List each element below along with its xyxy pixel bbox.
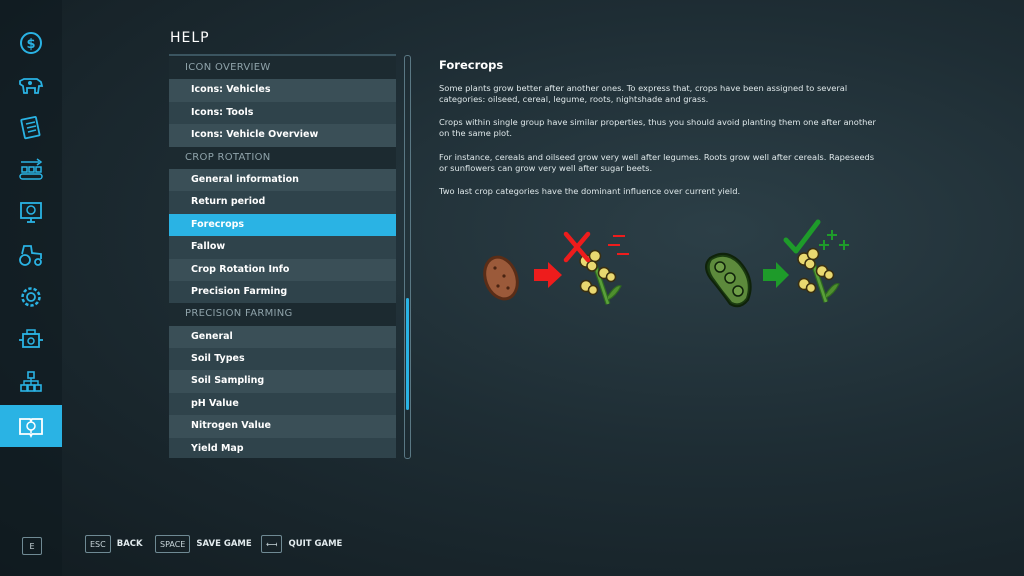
menu-item-crop-rotation-info[interactable]: Crop Rotation Info <box>169 258 396 281</box>
sidebar-item-farms[interactable] <box>0 361 62 403</box>
menu-item-icons-tools[interactable]: Icons: Tools <box>169 101 396 125</box>
green-arrow-icon <box>763 262 789 288</box>
menu-item-icons-vehicle-overview[interactable]: Icons: Vehicle Overview <box>169 124 396 147</box>
tractor-icon <box>19 245 42 266</box>
content-paragraph-2: Crops within single group have similar p… <box>439 117 876 138</box>
content-paragraph-1: Some plants grow better after another on… <box>439 83 848 104</box>
soybean-pod-icon <box>705 252 752 308</box>
bad-forecrop-illustration <box>483 231 629 305</box>
sidebar-item-finances[interactable]: $ <box>0 22 62 64</box>
menu-item-soil-types[interactable]: Soil Types <box>169 348 396 371</box>
menu-item-nitrogen-value[interactable]: Nitrogen Value <box>169 415 396 438</box>
esc-key-hint: ESC <box>85 535 111 553</box>
e-key-hint[interactable]: E <box>22 537 42 555</box>
sidebar-item-statistics[interactable] <box>0 191 62 233</box>
red-arrow-icon <box>534 262 562 288</box>
menu-divider <box>169 54 396 56</box>
statistics-icon <box>20 202 42 223</box>
sidebar-item-vehicles[interactable] <box>0 234 62 276</box>
content-title: Forecrops <box>439 58 504 72</box>
page-title: HELP <box>170 30 210 46</box>
menu-scrollbar[interactable] <box>404 55 411 459</box>
menu-item-general-information[interactable]: General information <box>169 168 396 192</box>
sidebar-item-contracts[interactable] <box>0 107 62 149</box>
menu-item-fallow[interactable]: Fallow <box>169 236 396 259</box>
backspace-key-hint: ⟻ <box>261 535 283 553</box>
cow-icon <box>19 78 44 94</box>
engine-icon <box>19 329 43 348</box>
content-paragraph-4: Two last crop categories have the domina… <box>439 186 741 196</box>
menu-item-precision-farming[interactable]: Precision Farming <box>169 280 396 304</box>
help-book-icon <box>19 418 43 439</box>
contracts-icon <box>20 116 41 140</box>
space-key-hint: SPACE <box>155 535 191 553</box>
menu-item-yield-map[interactable]: Yield Map <box>169 437 396 458</box>
menu-item-forecrops[interactable]: Forecrops <box>169 213 396 237</box>
section-header-precision-farming: PRECISION FARMING <box>169 303 396 326</box>
gear-icon <box>21 287 41 307</box>
green-check-plus-icon <box>783 219 849 254</box>
potato-icon <box>483 255 519 301</box>
hierarchy-icon <box>20 371 42 392</box>
quit-game-button[interactable]: ⟻ QUIT GAME <box>261 535 342 553</box>
help-topic-list: ICON OVERVIEW Icons: Vehicles Icons: Too… <box>169 57 396 458</box>
save-game-label: SAVE GAME <box>196 539 252 549</box>
menu-item-general[interactable]: General <box>169 325 396 349</box>
menu-item-ph-value[interactable]: pH Value <box>169 392 396 416</box>
sidebar-item-production[interactable] <box>0 149 62 191</box>
rapeseed-icon <box>797 247 840 303</box>
dollar-icon: $ <box>20 32 42 54</box>
scrollbar-thumb[interactable] <box>406 298 409 410</box>
back-label: BACK <box>116 539 143 549</box>
sidebar-item-animals[interactable] <box>0 64 62 106</box>
save-game-button[interactable]: SPACE SAVE GAME <box>155 535 252 553</box>
sidebar: $ E <box>0 0 62 576</box>
sidebar-item-settings[interactable] <box>0 276 62 318</box>
section-header-icon-overview: ICON OVERVIEW <box>169 57 396 80</box>
back-button[interactable]: ESC BACK <box>85 535 143 553</box>
sidebar-item-help[interactable] <box>0 405 62 447</box>
production-chain-icon <box>19 158 43 180</box>
svg-text:$: $ <box>26 37 35 52</box>
menu-item-soil-sampling[interactable]: Soil Sampling <box>169 370 396 393</box>
menu-item-return-period[interactable]: Return period <box>169 191 396 214</box>
sidebar-item-garage[interactable] <box>0 319 62 361</box>
content-paragraph-3: For instance, cereals and oilseed grow v… <box>439 152 875 173</box>
section-header-crop-rotation: CROP ROTATION <box>169 146 396 169</box>
good-forecrop-illustration <box>705 219 849 308</box>
menu-item-icons-vehicles[interactable]: Icons: Vehicles <box>169 79 396 102</box>
quit-game-label: QUIT GAME <box>288 539 343 549</box>
